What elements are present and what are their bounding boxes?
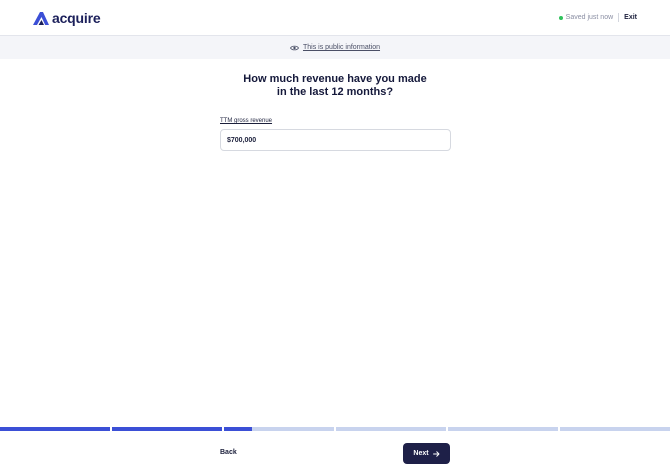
progress-segment-fill [224,427,252,431]
exit-button[interactable]: Exit [624,14,637,21]
brand-name: acquire [52,10,101,26]
public-info-link[interactable]: This is public information [303,44,380,51]
progress-segment [112,427,222,431]
progress-segment-fill [0,427,110,431]
onboarding-page: acquire Saved just now Exit This is publ… [0,0,670,476]
arrow-right-icon [432,450,440,457]
back-button[interactable]: Back [220,449,237,456]
eye-icon [290,45,299,50]
acquire-logo-icon [33,11,49,25]
top-header: acquire Saved just now Exit [0,0,670,36]
revenue-input[interactable] [220,129,451,151]
next-button-label: Next [413,450,429,457]
progress-segment [560,427,670,431]
progress-segment-fill [112,427,222,431]
progress-segment [0,427,110,431]
public-info-banner: This is public information [0,36,670,59]
header-divider [618,13,620,22]
next-button[interactable]: Next [403,443,450,464]
saved-status-dot [558,15,563,20]
revenue-field-label: TTM gross revenue [220,118,273,124]
question-line-2: in the last 12 months? [276,86,394,98]
progress-bar [0,427,670,431]
progress-segment [224,427,334,431]
question-heading: How much revenue have you made in the la… [0,73,670,99]
save-status: Saved just now Exit [558,13,637,22]
question-line-1: How much revenue have you made [243,73,427,85]
saved-status-text: Saved just now [565,14,614,21]
progress-segment [448,427,558,431]
brand-logo[interactable]: acquire [33,10,101,26]
progress-segment [336,427,446,431]
